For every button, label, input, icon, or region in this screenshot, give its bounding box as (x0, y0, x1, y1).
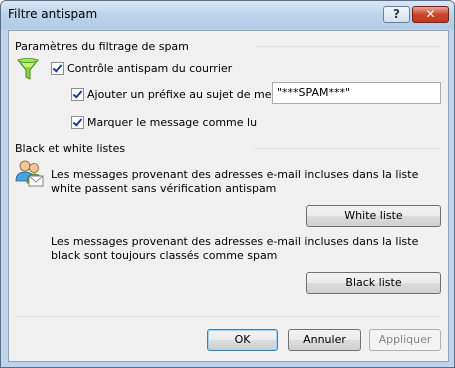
window-title: Filtre antispam (8, 7, 98, 21)
title-bar: Filtre antispam ? ✕ (1, 1, 454, 29)
dialog-body: Paramètres du filtrage de spam Contrôle … (8, 30, 449, 362)
prefix-input[interactable]: "***SPAM***" (272, 82, 441, 104)
ok-button[interactable]: OK (207, 329, 278, 351)
black-list-button[interactable]: Black liste (306, 272, 441, 294)
cancel-button[interactable]: Annuler (288, 329, 361, 351)
antispam-label: Contrôle antispam du courrier (67, 62, 233, 75)
prefix-label: Ajouter un préfixe au sujet de message (87, 88, 304, 101)
antispam-checkbox[interactable] (51, 62, 64, 75)
white-list-description: Les messages provenant des adresses e-ma… (51, 168, 419, 195)
footer-separator (16, 316, 441, 317)
group-divider (255, 46, 441, 47)
contacts-icon (15, 160, 44, 187)
apply-button[interactable]: Appliquer (369, 329, 441, 351)
prefix-checkbox[interactable] (71, 88, 84, 101)
close-button[interactable]: ✕ (412, 6, 449, 23)
question-icon: ? (393, 7, 400, 21)
mark-read-label: Marquer le message comme lu (87, 116, 258, 129)
spam-group-title: Paramètres du filtrage de spam (15, 40, 189, 53)
group-divider (255, 148, 441, 149)
white-list-button[interactable]: White liste (306, 205, 441, 227)
close-icon: ✕ (425, 7, 436, 21)
funnel-icon (16, 58, 40, 80)
dialog-window: Filtre antispam ? ✕ Paramètres du filtra… (0, 0, 455, 368)
help-button[interactable]: ? (383, 6, 410, 23)
mark-read-checkbox[interactable] (71, 116, 84, 129)
lists-group-title: Black et white listes (15, 142, 126, 155)
black-list-description: Les messages provenant des adresses e-ma… (51, 235, 419, 262)
